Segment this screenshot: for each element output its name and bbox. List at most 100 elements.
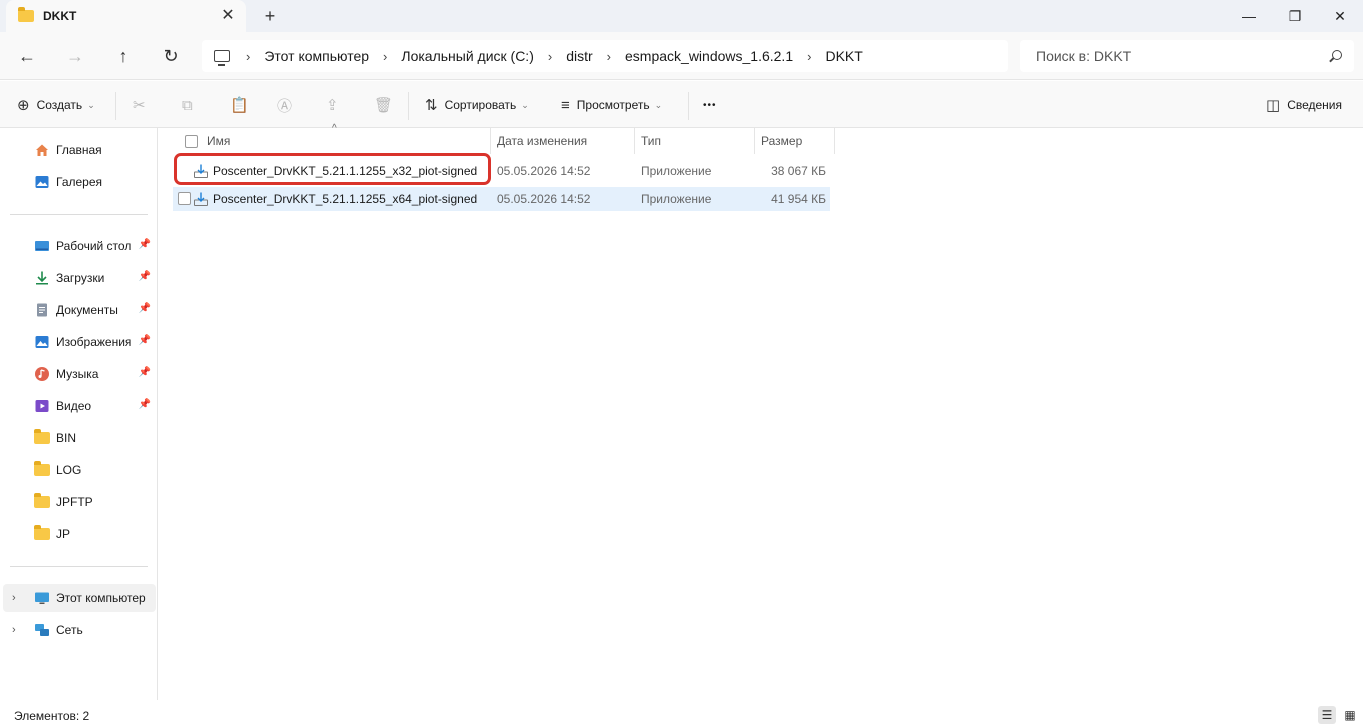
column-header-name[interactable]: Имя: [207, 128, 487, 154]
tiles-view-icon[interactable]: ▦: [1341, 706, 1359, 724]
sidebar-item-bin[interactable]: BIN: [0, 424, 155, 452]
sidebar-item-log[interactable]: LOG: [0, 456, 155, 484]
folder-icon: [18, 7, 34, 22]
breadcrumb-distr[interactable]: distr: [566, 48, 592, 64]
details-pane-icon: ◫: [1266, 97, 1281, 114]
column-header-type[interactable]: Тип: [641, 128, 661, 154]
cut-button[interactable]: ✂: [133, 93, 146, 117]
view-button[interactable]: ≡ Просмотреть ⌄: [561, 93, 662, 117]
tab-dkkt[interactable]: DKKT ✕: [6, 0, 246, 32]
back-button[interactable]: ←: [13, 42, 41, 70]
sidebar-item-home[interactable]: Главная: [0, 136, 155, 164]
chevron-right-icon[interactable]: ›: [12, 624, 16, 636]
sidebar-item-gallery[interactable]: Галерея: [0, 168, 155, 196]
folder-icon: [34, 493, 50, 510]
column-header-size[interactable]: Размер: [761, 128, 802, 154]
row-checkbox[interactable]: [178, 192, 191, 205]
details-button[interactable]: ◫ Сведения: [1266, 93, 1342, 117]
navigation-pane: Главная Галерея Рабочий стол 📌 Загрузки …: [0, 128, 158, 700]
sidebar-item-music[interactable]: Музыка 📌: [0, 360, 155, 388]
select-all-checkbox[interactable]: [185, 128, 198, 154]
sidebar-item-network[interactable]: › Сеть: [0, 616, 155, 644]
sidebar-item-jp[interactable]: JP: [0, 520, 155, 548]
file-row[interactable]: Poscenter_DrvKKT_5.21.1.1255_x64_piot-si…: [173, 187, 830, 211]
sort-button[interactable]: ⇅ Сортировать ⌄: [425, 93, 529, 117]
file-name: Poscenter_DrvKKT_5.21.1.1255_x64_piot-si…: [213, 192, 478, 206]
column-divider[interactable]: [754, 128, 755, 154]
column-divider[interactable]: [634, 128, 635, 154]
breadcrumb[interactable]: › Этот компьютер › Локальный диск (C:) ›…: [202, 40, 1008, 72]
restore-button[interactable]: ❐: [1272, 0, 1318, 32]
file-type: Приложение: [641, 192, 712, 206]
toolbar-divider: [115, 92, 116, 120]
search-input[interactable]: Поиск в: DKKT: [1020, 40, 1354, 72]
sidebar-item-documents[interactable]: Документы 📌: [0, 296, 155, 324]
item-count: Элементов: 2: [14, 709, 90, 723]
sidebar-item-label: JPFTP: [56, 495, 93, 509]
column-type-label: Тип: [641, 134, 662, 148]
breadcrumb-local-disk[interactable]: Локальный диск (C:): [401, 48, 534, 64]
pin-icon: 📌: [138, 239, 151, 250]
breadcrumb-esmpack[interactable]: esmpack_windows_1.6.2.1: [625, 48, 793, 64]
sort-label: Сортировать: [444, 98, 517, 112]
command-bar: ⊕ Создать ⌄ ✂ ⧉ 📋 Ⓐ ⇪ 🗑 ⇅ Сортировать ⌄ …: [0, 81, 1363, 128]
create-label: Создать: [36, 98, 83, 112]
close-tab-icon[interactable]: ✕: [220, 8, 236, 24]
file-size: 38 067 КБ: [771, 164, 826, 178]
file-list: Имя ^ Дата изменения Тип Размер Poscente…: [159, 123, 1363, 700]
chevron-right-icon[interactable]: ›: [12, 592, 16, 604]
folder-icon: [34, 461, 50, 478]
music-icon: [34, 366, 50, 382]
share-icon: ⇪: [326, 97, 339, 114]
pictures-icon: [34, 334, 50, 350]
column-divider[interactable]: [834, 128, 835, 154]
breadcrumb-separator: ›: [807, 48, 812, 64]
trash-icon: 🗑: [374, 97, 394, 114]
toolbar-divider: [408, 92, 409, 120]
column-size-label: Размер: [761, 134, 803, 148]
close-window-button[interactable]: ✕: [1317, 0, 1363, 32]
rename-button[interactable]: Ⓐ: [277, 93, 292, 117]
this-pc-icon: [214, 50, 230, 66]
folder-icon: [34, 525, 50, 542]
sidebar-item-downloads[interactable]: Загрузки 📌: [0, 264, 155, 292]
sidebar-item-jpftp[interactable]: JPFTP: [0, 488, 155, 516]
sidebar-item-desktop[interactable]: Рабочий стол 📌: [0, 232, 155, 260]
file-size: 41 954 КБ: [771, 192, 826, 206]
sidebar-item-label: LOG: [56, 463, 82, 477]
more-options-button[interactable]: •••: [703, 93, 717, 117]
breadcrumb-dkkt[interactable]: DKKT: [825, 48, 862, 64]
column-divider[interactable]: [490, 128, 491, 154]
search-icon[interactable]: [1332, 50, 1342, 60]
up-button[interactable]: ↑: [109, 42, 137, 70]
pin-icon: 📌: [138, 335, 151, 346]
sidebar-item-videos[interactable]: Видео 📌: [0, 392, 155, 420]
sidebar-item-label: JP: [56, 527, 71, 541]
sidebar-item-this-pc[interactable]: › Этот компьютер: [3, 584, 156, 612]
refresh-button[interactable]: ↻: [157, 42, 185, 70]
paste-button[interactable]: 📋: [230, 93, 249, 117]
toolbar-divider: [688, 92, 689, 120]
sidebar-item-label: Рабочий стол: [56, 239, 132, 253]
plus-circle-icon: ⊕: [17, 97, 30, 114]
delete-button[interactable]: 🗑: [374, 93, 393, 117]
pin-icon: 📌: [138, 271, 151, 282]
copy-button[interactable]: ⧉: [182, 93, 193, 117]
breadcrumb-separator: ›: [246, 48, 251, 64]
share-button[interactable]: ⇪: [326, 93, 339, 117]
gallery-icon: [34, 174, 50, 190]
documents-icon: [34, 302, 50, 318]
forward-button[interactable]: →: [61, 42, 89, 70]
create-button[interactable]: ⊕ Создать ⌄: [17, 93, 95, 117]
column-header-date[interactable]: Дата изменения: [497, 128, 587, 154]
column-name-label: Имя: [207, 134, 231, 148]
new-tab-button[interactable]: +: [259, 5, 281, 27]
sidebar-item-pictures[interactable]: Изображения 📌: [0, 328, 155, 356]
sort-icon: ⇅: [425, 97, 438, 114]
minimize-button[interactable]: —: [1226, 0, 1272, 32]
sort-ascending-icon: ^: [332, 123, 337, 134]
breadcrumb-this-pc[interactable]: Этот компьютер: [264, 48, 369, 64]
status-bar: Элементов: 2 ☰ ▦: [0, 700, 1363, 728]
videos-icon: [34, 398, 50, 414]
details-view-icon[interactable]: ☰: [1318, 706, 1336, 724]
